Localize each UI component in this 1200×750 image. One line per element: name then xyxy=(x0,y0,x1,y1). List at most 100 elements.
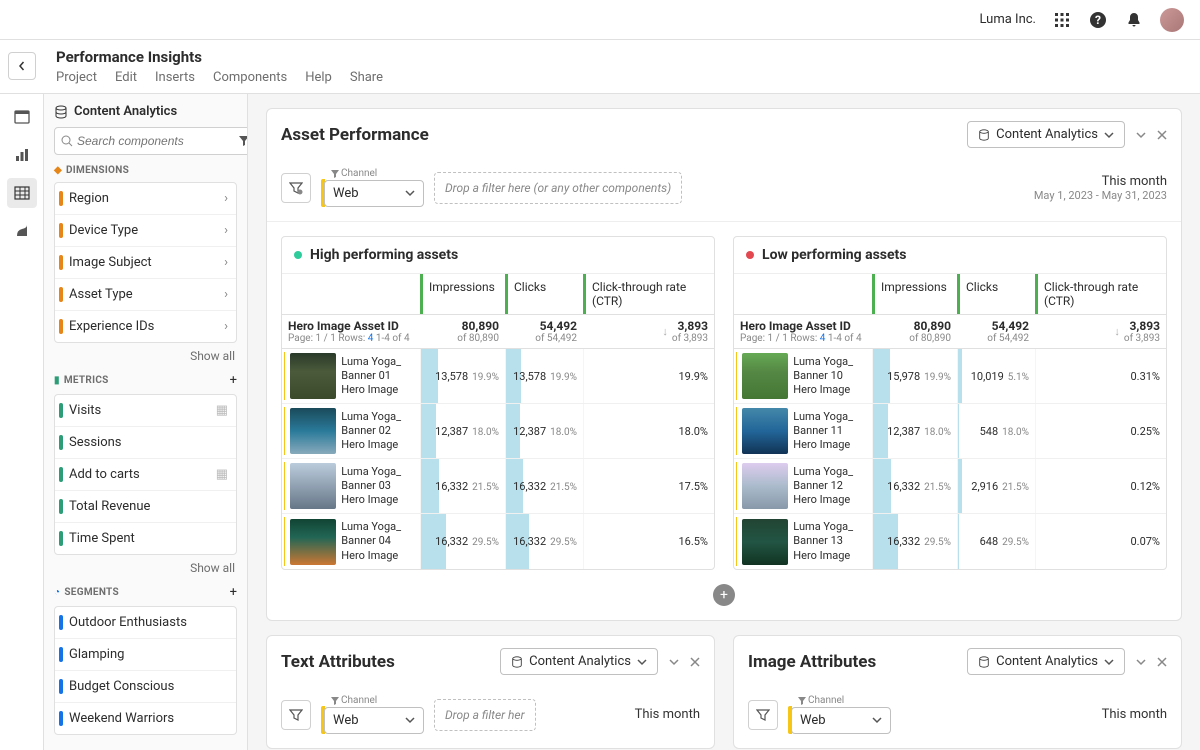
rail-curate-icon[interactable] xyxy=(7,216,37,246)
filter-dropzone[interactable]: Drop a filter her xyxy=(434,699,536,731)
list-item[interactable]: Experience IDs› xyxy=(55,310,236,342)
list-item[interactable]: Time Spent xyxy=(55,522,236,554)
chevron-right-icon: › xyxy=(224,287,228,302)
channel-select[interactable]: Web xyxy=(791,707,891,734)
panel-title: Image Attributes xyxy=(748,652,876,672)
topbar: Luma Inc. ? xyxy=(0,0,1200,40)
menu-bar: Project Edit Inserts Components Help Sha… xyxy=(56,70,383,85)
metrics-header: ▮METRICS xyxy=(54,375,109,386)
list-item[interactable]: Total Revenue xyxy=(55,490,236,522)
calc-icon: ▦ xyxy=(216,403,228,418)
text-attributes-panel: Text Attributes Content Analytics Channe… xyxy=(266,635,715,749)
table-row[interactable]: Luma Yoga_ Banner 03 Hero Image16,33221.… xyxy=(282,459,714,514)
date-range[interactable]: This month May 1, 2023 - May 31, 2023 xyxy=(1034,174,1167,202)
table-row[interactable]: Luma Yoga_ Banner 13 Hero Image16,33229.… xyxy=(734,514,1166,569)
list-item[interactable]: Glamping xyxy=(55,638,236,670)
rail-panel-icon[interactable] xyxy=(7,102,37,132)
asset-performance-panel: Asset Performance Content Analytics Chan… xyxy=(266,108,1182,621)
high-performing-table: High performing assetsImpressionsClicksC… xyxy=(281,236,715,570)
channel-select[interactable]: Web xyxy=(324,707,424,734)
show-all-dimensions[interactable]: Show all xyxy=(56,349,235,363)
list-item[interactable]: Device Type› xyxy=(55,214,236,246)
low-performing-table: Low performing assetsImpressionsClicksCl… xyxy=(733,236,1167,570)
asset-thumbnail xyxy=(290,353,336,399)
search-field[interactable] xyxy=(77,134,234,148)
subheader: Performance Insights Project Edit Insert… xyxy=(0,40,1200,94)
panel-title: Asset Performance xyxy=(281,125,429,145)
list-item[interactable]: Image Subject› xyxy=(55,246,236,278)
chevron-right-icon: › xyxy=(224,191,228,206)
asset-thumbnail xyxy=(742,408,788,454)
menu-help[interactable]: Help xyxy=(305,70,332,85)
list-item[interactable]: Add to carts▦ xyxy=(55,458,236,490)
apps-icon[interactable] xyxy=(1052,10,1072,30)
list-item[interactable]: Asset Type› xyxy=(55,278,236,310)
rail-chart-icon[interactable] xyxy=(7,140,37,170)
date-range[interactable]: This month xyxy=(1102,707,1167,722)
page-title: Performance Insights xyxy=(56,48,383,66)
datasource-label[interactable]: Content Analytics xyxy=(54,104,237,119)
chevron-right-icon: › xyxy=(224,223,228,238)
filter-button[interactable] xyxy=(281,700,311,730)
menu-share[interactable]: Share xyxy=(350,70,383,85)
list-item[interactable]: Sessions xyxy=(55,426,236,458)
close-icon[interactable] xyxy=(1157,130,1167,140)
asset-thumbnail xyxy=(742,463,788,509)
filter-icon[interactable] xyxy=(238,135,248,147)
menu-project[interactable]: Project xyxy=(56,70,97,85)
help-icon[interactable]: ? xyxy=(1088,10,1108,30)
close-icon[interactable] xyxy=(1157,657,1167,667)
show-all-metrics[interactable]: Show all xyxy=(56,561,235,575)
menu-components[interactable]: Components xyxy=(213,70,287,85)
org-name: Luma Inc. xyxy=(979,12,1036,27)
table-row[interactable]: Luma Yoga_ Banner 10 Hero Image15,97819.… xyxy=(734,349,1166,404)
image-attributes-panel: Image Attributes Content Analytics Chann… xyxy=(733,635,1182,749)
asset-thumbnail xyxy=(290,408,336,454)
datasource-dropdown[interactable]: Content Analytics xyxy=(500,648,658,675)
add-segment-icon[interactable]: + xyxy=(230,585,237,600)
asset-thumbnail xyxy=(742,519,788,565)
list-item[interactable]: Region› xyxy=(55,183,236,214)
close-icon[interactable] xyxy=(690,657,700,667)
collapse-icon[interactable] xyxy=(668,657,680,667)
search-input[interactable] xyxy=(54,127,248,155)
canvas: Asset Performance Content Analytics Chan… xyxy=(248,94,1200,750)
date-range[interactable]: This month xyxy=(635,707,700,722)
table-row[interactable]: Luma Yoga_ Banner 01 Hero Image13,57819.… xyxy=(282,349,714,404)
avatar[interactable] xyxy=(1160,8,1184,32)
menu-inserts[interactable]: Inserts xyxy=(155,70,195,85)
list-item[interactable]: Budget Conscious xyxy=(55,670,236,702)
back-button[interactable] xyxy=(8,52,36,80)
datasource-dropdown[interactable]: Content Analytics xyxy=(967,648,1125,675)
asset-thumbnail xyxy=(742,353,788,399)
segments-header: ◔SEGMENTS xyxy=(54,587,119,598)
datasource-dropdown[interactable]: Content Analytics xyxy=(967,121,1125,148)
filter-button[interactable] xyxy=(281,173,311,203)
list-item[interactable]: Outdoor Enthusiasts xyxy=(55,607,236,638)
bell-icon[interactable] xyxy=(1124,10,1144,30)
rail-table-icon[interactable] xyxy=(7,178,37,208)
list-item[interactable]: Visits▦ xyxy=(55,395,236,426)
sidebar: Content Analytics ◆DIMENSIONS Region›Dev… xyxy=(44,94,248,750)
chevron-right-icon: › xyxy=(224,319,228,334)
add-metric-icon[interactable]: + xyxy=(230,373,237,388)
calc-icon: ▦ xyxy=(216,467,228,482)
menu-edit[interactable]: Edit xyxy=(115,70,137,85)
channel-select[interactable]: Web xyxy=(324,180,424,207)
asset-thumbnail xyxy=(290,463,336,509)
add-visualization-button[interactable]: + xyxy=(713,584,735,606)
table-row[interactable]: Luma Yoga_ Banner 12 Hero Image16,33221.… xyxy=(734,459,1166,514)
table-row[interactable]: Luma Yoga_ Banner 11 Hero Image12,38718.… xyxy=(734,404,1166,459)
filter-dropzone[interactable]: Drop a filter here (or any other compone… xyxy=(434,172,682,204)
collapse-icon[interactable] xyxy=(1135,130,1147,140)
panel-title: Text Attributes xyxy=(281,652,395,672)
channel-label: Channel xyxy=(331,168,424,179)
collapse-icon[interactable] xyxy=(1135,657,1147,667)
asset-thumbnail xyxy=(290,519,336,565)
list-item[interactable]: Weekend Warriors xyxy=(55,702,236,734)
filter-button[interactable] xyxy=(748,700,778,730)
svg-text:?: ? xyxy=(1095,13,1101,27)
dimensions-header: ◆DIMENSIONS xyxy=(54,165,129,176)
table-row[interactable]: Luma Yoga_ Banner 04 Hero Image16,33229.… xyxy=(282,514,714,569)
table-row[interactable]: Luma Yoga_ Banner 02 Hero Image12,38718.… xyxy=(282,404,714,459)
